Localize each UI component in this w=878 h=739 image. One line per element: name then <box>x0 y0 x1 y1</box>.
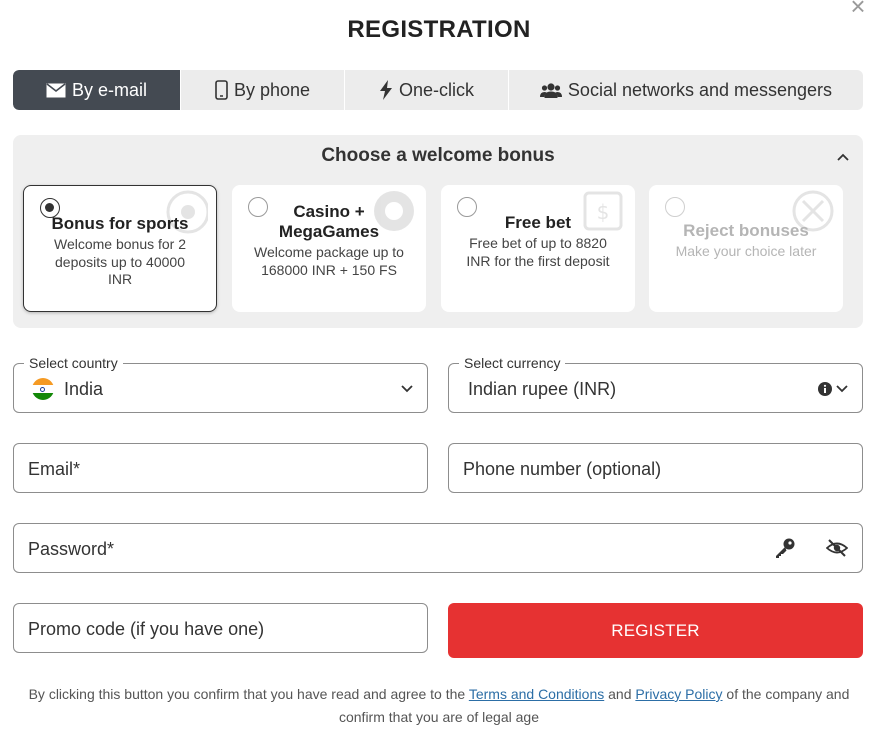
chevron-down-icon[interactable] <box>834 381 850 397</box>
tab-by-email[interactable]: By e-mail <box>13 70 181 110</box>
bonus-title: Bonus for sports <box>51 214 189 233</box>
envelope-icon <box>46 82 66 97</box>
email-field[interactable]: Email* <box>13 443 428 493</box>
bonus-heading: Choose a welcome bonus <box>321 145 555 166</box>
password-field[interactable]: Password* <box>13 523 863 573</box>
email-placeholder: Email* <box>28 459 81 479</box>
terms-link[interactable]: Terms and Conditions <box>469 686 604 702</box>
tab-social-networks[interactable]: Social networks and messengers <box>509 70 863 110</box>
lightning-icon <box>379 80 392 100</box>
page-title: REGISTRATION <box>347 16 531 43</box>
register-button[interactable]: REGISTER <box>448 603 863 658</box>
chevron-down-icon[interactable] <box>399 381 415 397</box>
password-placeholder: Password* <box>28 539 115 559</box>
key-icon[interactable] <box>774 537 796 559</box>
tab-label: By e-mail <box>71 79 147 100</box>
tab-label: One-click <box>398 79 474 100</box>
registration-method-tabs: By e-mail By phone One-click Social netw… <box>13 70 863 110</box>
phone-icon <box>215 80 228 100</box>
eye-slash-icon[interactable] <box>826 538 848 558</box>
country-value: India <box>64 379 104 399</box>
bonus-card-casino[interactable]: Casino + MegaGames Welcome package up to… <box>232 185 426 312</box>
bonus-title: Casino + MegaGames <box>278 202 380 241</box>
phone-field[interactable]: Phone number (optional) <box>448 443 863 493</box>
bonus-title: Free bet <box>504 213 572 232</box>
currency-select[interactable]: Select currency Indian rupee (INR) <box>448 355 863 413</box>
tab-by-phone[interactable]: By phone <box>181 70 345 110</box>
legal-notice: By clicking this button you confirm that… <box>10 683 868 729</box>
welcome-bonus-panel: Choose a welcome bonus Bonus for sports … <box>13 135 863 328</box>
tab-label: Social networks and messengers <box>567 79 833 100</box>
currency-label: Select currency <box>459 355 566 371</box>
radio-button[interactable] <box>665 197 685 217</box>
phone-placeholder: Phone number (optional) <box>463 459 662 479</box>
india-flag-icon <box>32 378 54 400</box>
country-select[interactable]: Select country India <box>13 355 428 413</box>
bonus-title: Reject bonuses <box>683 221 809 240</box>
legal-text: By clicking this button you confirm that… <box>28 686 466 702</box>
currency-value: Indian rupee (INR) <box>468 379 617 399</box>
bonus-description: Welcome package up to 168000 INR + 150 F… <box>254 244 404 278</box>
bonus-description: Welcome bonus for 2 deposits up to 40000… <box>53 236 187 287</box>
bonus-card-reject[interactable]: Reject bonuses Make your choice later <box>649 185 843 312</box>
promo-code-field[interactable]: Promo code (if you have one) <box>13 603 428 653</box>
close-icon[interactable]: × <box>848 0 868 19</box>
bonus-card-free-bet[interactable]: $ Free bet Free bet of up to 8820 INR fo… <box>441 185 635 312</box>
legal-text: and <box>608 686 632 702</box>
bonus-card-sports[interactable]: Bonus for sports Welcome bonus for 2 dep… <box>23 185 217 312</box>
privacy-link[interactable]: Privacy Policy <box>635 686 722 702</box>
country-label: Select country <box>24 355 123 371</box>
bonus-description: Free bet of up to 8820 INR for the first… <box>466 235 610 269</box>
promo-placeholder: Promo code (if you have one) <box>28 619 265 639</box>
bonus-description: Make your choice later <box>675 243 817 259</box>
tab-one-click[interactable]: One-click <box>345 70 509 110</box>
info-icon[interactable] <box>818 382 832 396</box>
chevron-up-icon[interactable] <box>835 149 851 165</box>
tab-label: By phone <box>233 79 311 100</box>
users-icon <box>539 82 562 98</box>
